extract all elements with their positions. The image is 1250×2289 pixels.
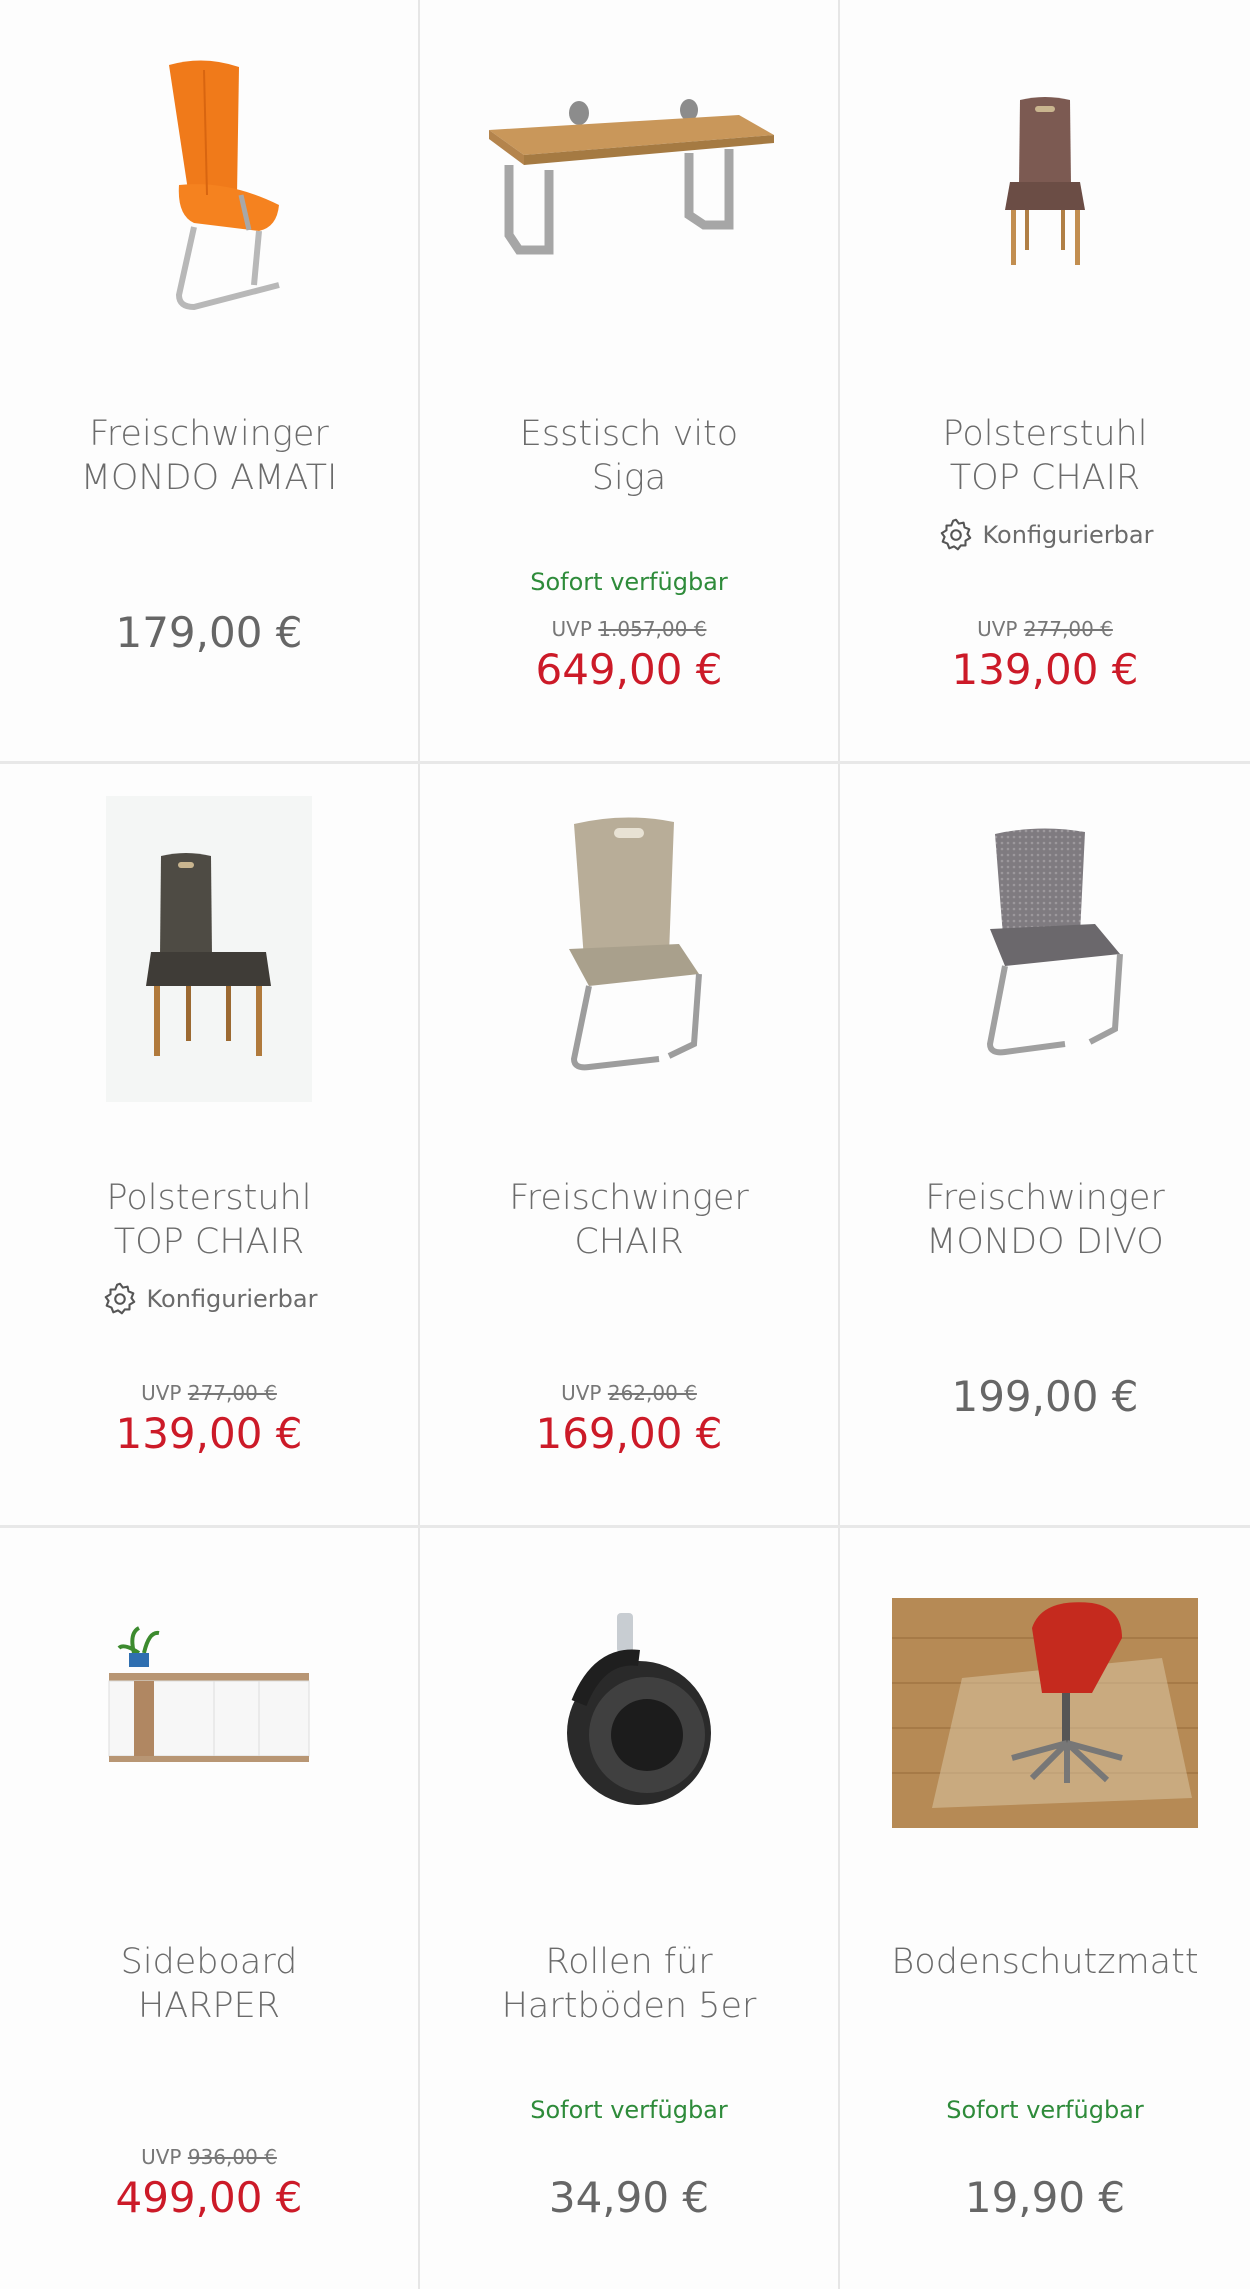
- uvp-line: UVP 277,00 €: [840, 617, 1250, 641]
- product-image[interactable]: [420, 1548, 838, 1878]
- uvp-label: UVP: [977, 617, 1018, 641]
- product-card[interactable]: Polsterstuhl TOP CHAIR Konfigurierbar UV…: [0, 764, 418, 1525]
- product-image[interactable]: [0, 784, 418, 1114]
- product-title[interactable]: Polsterstuhl TOP CHAIR: [860, 412, 1230, 500]
- product-title[interactable]: Freischwinger MONDO AMATI: [20, 412, 398, 500]
- gear-icon: [104, 1282, 135, 1315]
- floor-mat-image: [892, 1598, 1198, 1828]
- product-card[interactable]: Bodenschutzmatt Sofort verfügbar 19,90 €: [840, 1528, 1250, 2289]
- product-title[interactable]: Freischwinger CHAIR: [440, 1176, 818, 1264]
- product-title[interactable]: Bodenschutzmatt: [860, 1940, 1230, 1984]
- configurable-badge: Konfigurierbar: [0, 1280, 418, 1318]
- brown-chair-image: [1005, 97, 1085, 265]
- product-card[interactable]: Polsterstuhl TOP CHAIR Konfigurierbar UV…: [840, 0, 1250, 761]
- product-title[interactable]: Polsterstuhl TOP CHAIR: [20, 1176, 398, 1264]
- product-sale-price: 649,00 €: [535, 645, 723, 694]
- product-card[interactable]: Freischwinger MONDO AMATI 179,00 €: [0, 0, 418, 761]
- availability-badge: Sofort verfügbar: [530, 2096, 728, 2124]
- gear-icon: [940, 518, 971, 551]
- uvp-old-price: 277,00 €: [187, 1381, 277, 1405]
- table-image: [489, 99, 774, 255]
- product-price: 19,90 €: [964, 2173, 1126, 2222]
- product-card[interactable]: Esstisch vito Siga Sofort verfügbar UVP …: [420, 0, 838, 761]
- uvp-old-price: 277,00 €: [1023, 617, 1113, 641]
- product-image[interactable]: [0, 20, 418, 350]
- product-card[interactable]: Rollen für Hartböden 5er Sofort verfügba…: [420, 1528, 838, 2289]
- caster-wheel-image: [567, 1613, 711, 1805]
- sideboard-image: [108, 1626, 310, 1762]
- uvp-old-price: 262,00 €: [607, 1381, 697, 1405]
- uvp-label: UVP: [141, 2145, 182, 2169]
- configurable-badge: Konfigurierbar: [840, 516, 1250, 554]
- product-card[interactable]: Freischwinger MONDO DIVO 199,00 €: [840, 764, 1250, 1525]
- product-grid: Freischwinger MONDO AMATI 179,00 € Essti…: [0, 0, 1250, 2289]
- product-title[interactable]: Rollen für Hartböden 5er: [440, 1940, 818, 2028]
- configurable-label: Konfigurierbar: [146, 1285, 318, 1313]
- product-sale-price: 139,00 €: [115, 1409, 303, 1458]
- product-sale-price: 139,00 €: [951, 645, 1139, 694]
- product-title[interactable]: Sideboard HARPER: [20, 1940, 398, 2028]
- product-price: 199,00 €: [951, 1372, 1139, 1421]
- dark-chair-image: [106, 796, 312, 1102]
- product-image[interactable]: [420, 784, 838, 1114]
- product-card[interactable]: Freischwinger CHAIR UVP 262,00 € 169,00 …: [420, 764, 838, 1525]
- uvp-line: UVP 262,00 €: [420, 1381, 838, 1405]
- product-sale-price: 169,00 €: [535, 1409, 723, 1458]
- uvp-old-price: 936,00 €: [187, 2145, 277, 2169]
- beige-chair-image: [569, 817, 702, 1071]
- uvp-label: UVP: [141, 1381, 182, 1405]
- product-sale-price: 499,00 €: [115, 2173, 303, 2222]
- product-card[interactable]: Sideboard HARPER UVP 936,00 € 499,00 €: [0, 1528, 418, 2289]
- uvp-label: UVP: [561, 1381, 602, 1405]
- uvp-line: UVP 936,00 €: [0, 2145, 418, 2169]
- configurable-label: Konfigurierbar: [982, 521, 1154, 549]
- uvp-line: UVP 1.057,00 €: [420, 617, 838, 641]
- uvp-label: UVP: [551, 617, 592, 641]
- availability-badge: Sofort verfügbar: [530, 568, 728, 596]
- availability-badge: Sofort verfügbar: [946, 2096, 1144, 2124]
- orange-chair-image: [169, 60, 280, 311]
- grey-mesh-chair-image: [986, 828, 1123, 1056]
- product-price: 34,90 €: [548, 2173, 710, 2222]
- product-image[interactable]: [840, 20, 1250, 350]
- product-price: 179,00 €: [115, 608, 303, 657]
- product-image[interactable]: [840, 1548, 1250, 1878]
- uvp-line: UVP 277,00 €: [0, 1381, 418, 1405]
- product-title[interactable]: Freischwinger MONDO DIVO: [860, 1176, 1230, 1264]
- product-image[interactable]: [0, 1548, 418, 1878]
- uvp-old-price: 1.057,00 €: [598, 617, 707, 641]
- product-image[interactable]: [420, 20, 838, 350]
- product-title[interactable]: Esstisch vito Siga: [440, 412, 818, 500]
- product-image[interactable]: [840, 784, 1250, 1114]
